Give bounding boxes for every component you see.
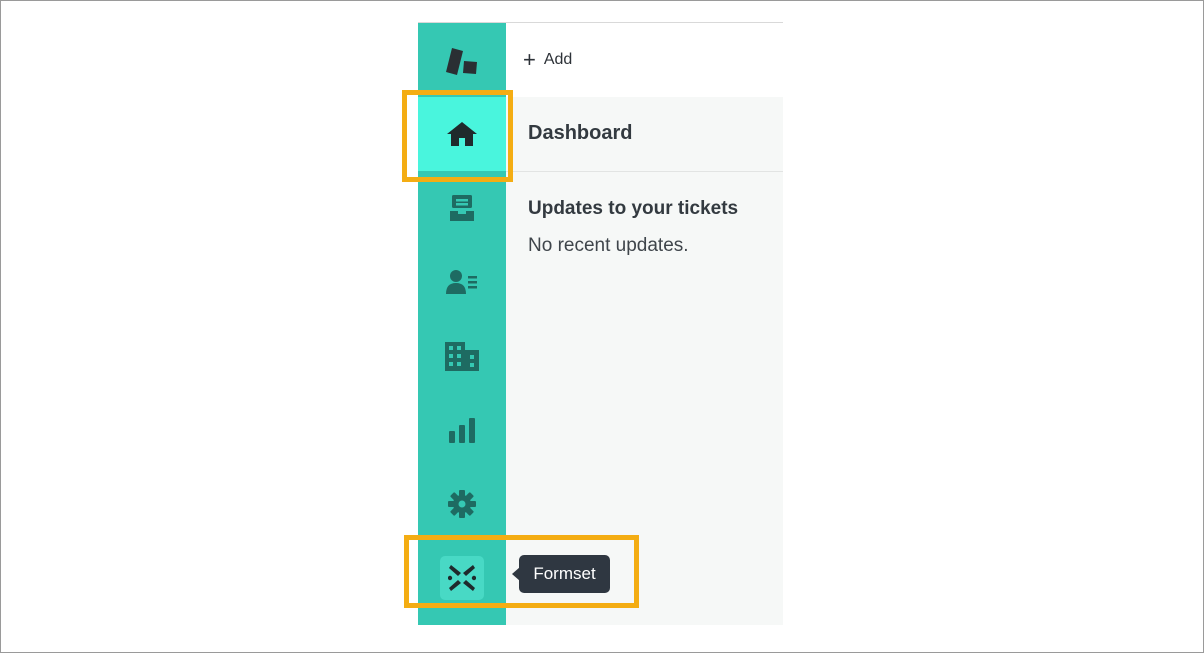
add-button[interactable]: + Add [523,47,572,73]
gear-icon [448,490,476,518]
bar-chart-icon [449,418,475,443]
formset-highlight-box [404,535,639,608]
contacts-icon [446,270,477,294]
sidebar-item-contacts[interactable] [418,245,506,319]
updates-section-title: Updates to your tickets [528,198,739,219]
inbox-icon [450,195,474,221]
sidebar-item-settings[interactable] [418,467,506,541]
building-icon [445,342,479,371]
updates-empty-message: No recent updates. [528,235,689,256]
page-title: Dashboard [528,122,633,144]
sidebar-item-reports[interactable] [418,393,506,467]
top-bar: + Add [506,23,783,97]
page-header: Dashboard [506,97,783,172]
app-logo[interactable] [444,47,480,77]
sidebar-item-organizations[interactable] [418,319,506,393]
home-highlight-box [402,90,513,182]
add-button-label: Add [543,51,573,68]
sidebar-item-tickets[interactable] [418,171,506,245]
plus-icon: + [523,47,536,72]
